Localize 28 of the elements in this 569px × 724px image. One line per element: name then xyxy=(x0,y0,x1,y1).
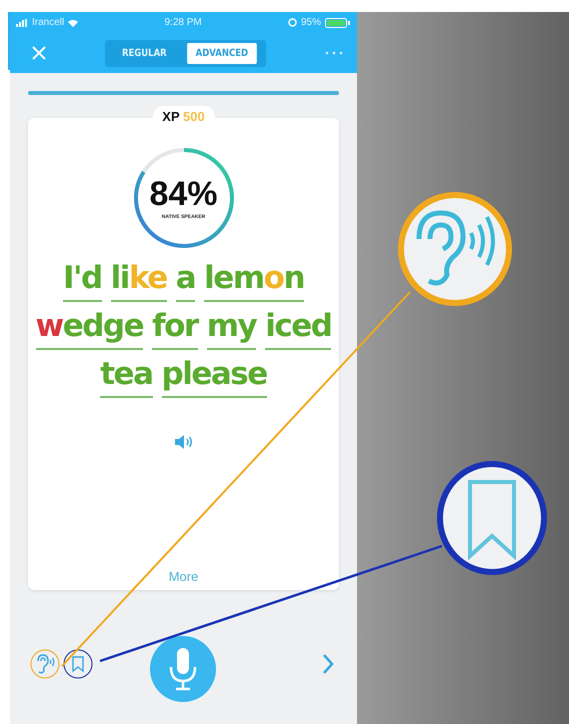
carrier-name: Irancell xyxy=(32,17,64,28)
bookmark-icon[interactable] xyxy=(63,649,93,679)
battery-percent: 95% xyxy=(300,17,321,28)
more-link[interactable]: More xyxy=(168,569,198,584)
speaker-icon[interactable] xyxy=(174,434,194,450)
sentence-word[interactable]: my xyxy=(206,304,256,350)
microphone-icon xyxy=(168,647,198,691)
sentence-word[interactable]: wedge xyxy=(36,304,144,350)
score-percent: 84% xyxy=(149,176,218,210)
mode-tab[interactable]: ADVANCED xyxy=(187,42,257,64)
sentence-word[interactable]: I'd xyxy=(62,256,102,302)
clock-time: 9:28 PM xyxy=(164,17,202,28)
sentence-word[interactable]: tea xyxy=(100,352,152,398)
wifi-icon xyxy=(68,18,78,26)
signal-icon xyxy=(16,18,28,26)
next-chevron-icon[interactable] xyxy=(322,653,334,675)
sentence-word[interactable]: please xyxy=(162,352,267,398)
more-icon[interactable] xyxy=(324,51,343,55)
sentence-word[interactable]: a xyxy=(176,256,196,302)
magnified-bookmark-icon xyxy=(436,460,548,576)
close-icon[interactable] xyxy=(32,46,46,60)
magnified-ear-icon xyxy=(397,191,513,307)
sentence-word[interactable]: like xyxy=(110,256,167,302)
battery-icon xyxy=(324,18,351,28)
mode-tab[interactable]: REGULAR xyxy=(114,42,176,64)
sentence-word[interactable]: for xyxy=(152,304,198,350)
sentence-word[interactable]: lemon xyxy=(204,256,304,302)
sentence-word[interactable]: iced xyxy=(265,304,332,350)
